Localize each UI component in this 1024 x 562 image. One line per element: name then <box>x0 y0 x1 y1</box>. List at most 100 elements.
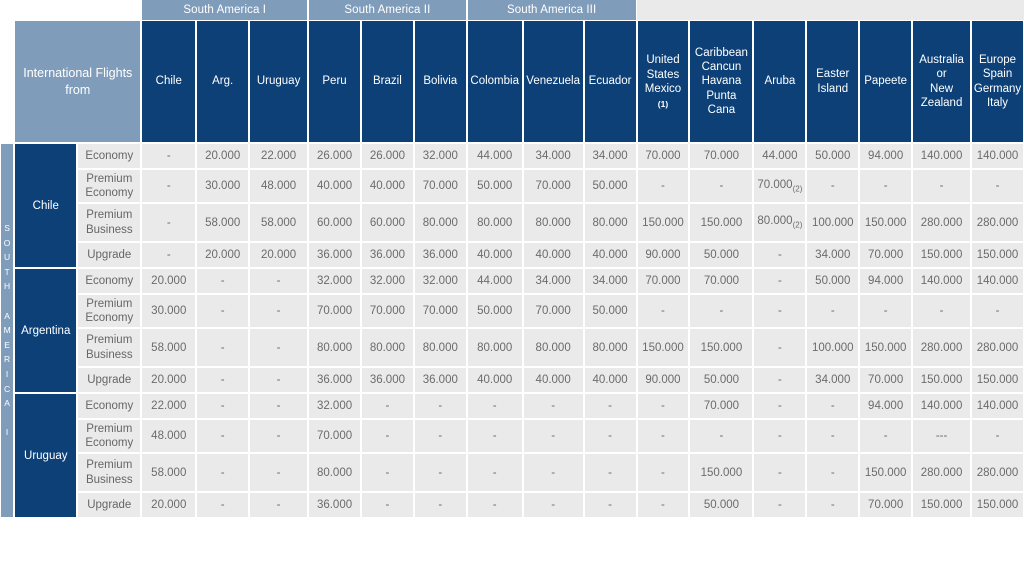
award-value: 150.000 <box>976 374 1019 386</box>
award-value: - <box>551 466 556 479</box>
cabin-label-line: Premium <box>86 459 133 472</box>
column-header-papeete[interactable]: Papeete <box>859 20 913 143</box>
column-header-line: or <box>936 68 947 81</box>
column-header-footnote: (1) <box>657 99 669 110</box>
row-group-argentina[interactable]: Argentina <box>14 268 78 393</box>
column-header-uruguay[interactable]: Uruguay <box>249 20 309 143</box>
award-value: 50.000 <box>592 305 628 317</box>
award-cell: 70.000 <box>689 143 754 169</box>
award-value: - <box>608 466 612 479</box>
award-value: 34.000 <box>535 275 571 287</box>
award-cell: - <box>971 419 1024 453</box>
award-value: 150.000 <box>976 499 1019 511</box>
award-cell: 140.000 <box>971 268 1024 294</box>
column-header-europe-spain-germany-italy[interactable]: Europe Spain Germany Italy <box>971 20 1024 143</box>
award-value: 80.000 <box>592 341 628 354</box>
column-header-venezuela[interactable]: Venezuela <box>522 20 584 143</box>
award-value: 32.000 <box>422 150 458 162</box>
award-value: - <box>939 180 944 192</box>
award-value: - <box>276 341 281 354</box>
award-cell: 90.000 <box>636 242 690 268</box>
award-cell: - <box>413 453 467 492</box>
column-header-easter-island[interactable]: Easter Island <box>806 20 860 143</box>
award-value: 150.000 <box>642 341 684 354</box>
award-cell: 34.000 <box>583 268 637 294</box>
award-cell: 150.000 <box>689 203 754 242</box>
award-cell: 32.000 <box>413 268 467 294</box>
row-group-chile[interactable]: Chile <box>14 143 78 268</box>
table-header: South America I South America II South Ame… <box>0 0 1024 143</box>
award-cell: 70.000 <box>689 268 754 294</box>
award-cell: 70.000 <box>413 169 467 203</box>
table-row: Premium Economy 48.000- -70.000- - - - - - - - - - --… <box>0 419 1024 453</box>
row-group-uruguay[interactable]: Uruguay <box>14 393 78 518</box>
region-strip-letter: U <box>4 252 11 263</box>
award-value: - <box>438 466 443 479</box>
award-cell: - <box>249 419 309 453</box>
award-cell: 36.000 <box>308 242 361 268</box>
award-value: 36.000 <box>369 249 405 261</box>
award-value: 50.000 <box>703 374 740 386</box>
award-value: 34.000 <box>815 249 851 261</box>
award-value: 70.000 <box>316 430 353 442</box>
award-value: 150.000 <box>642 216 684 229</box>
column-header-arg-[interactable]: Arg. <box>196 20 250 143</box>
column-header-caribbean-cancun-havana-punta-cana[interactable]: Caribbean Cancun Havana Punta Cana <box>689 20 754 143</box>
award-cell: 80.000 <box>522 328 584 367</box>
award-value: 70.000 <box>535 305 571 317</box>
award-value: 60.000 <box>316 216 353 229</box>
column-header-peru[interactable]: Peru <box>308 20 361 143</box>
region-strip-letter: H <box>4 281 11 292</box>
region-strip-letter: R <box>4 354 11 365</box>
column-header-australia-or-new-zealand[interactable]: Australia or New Zealand <box>912 20 972 143</box>
region-strip-letter: S <box>4 222 10 233</box>
award-value: 40.000 <box>369 180 405 192</box>
award-value: - <box>661 499 665 511</box>
award-cell: 80.000 <box>466 203 523 242</box>
column-header-ecuador[interactable]: Ecuador <box>583 20 637 143</box>
table-row: Upgrade 20.000 - - 36.000 36.000 36.000 40.000 4… <box>0 367 1024 393</box>
column-header-united-states-mexico[interactable]: United States Mexico (1) <box>636 20 690 143</box>
group-header-spacer-right <box>636 0 1024 20</box>
award-value: - <box>777 341 782 354</box>
award-cell: --- <box>912 419 972 453</box>
column-header-line: Mexico <box>644 82 682 95</box>
award-value: 70.000 <box>316 305 353 317</box>
award-cell: 50.000 <box>806 143 860 169</box>
award-value: - <box>276 374 281 386</box>
award-cell: - <box>249 393 309 419</box>
award-value: 150.000 <box>864 216 907 229</box>
region-strip-letter: I <box>5 427 9 438</box>
award-value: 94.000 <box>868 275 904 287</box>
award-cell: 32.000 <box>308 393 361 419</box>
column-header-bolivia[interactable]: Bolivia <box>413 20 467 143</box>
award-cell: - <box>466 453 523 492</box>
column-header-chile[interactable]: Chile <box>141 20 197 143</box>
award-value: 280.000 <box>920 466 963 479</box>
award-cell: 94.000 <box>859 393 913 419</box>
award-value: 58.000 <box>151 466 187 479</box>
award-cell: 48.000 <box>141 419 197 453</box>
table-row: SOUTH AMERICA I Chile Economy -20.000 22.000… <box>0 143 1024 518</box>
award-value: - <box>220 275 225 287</box>
award-cell: - <box>753 419 807 453</box>
award-cell: 80.000 <box>583 328 637 367</box>
award-cell: 70.000(2) <box>753 169 807 203</box>
column-header-aruba[interactable]: Aruba <box>753 20 807 143</box>
award-cell: - <box>636 294 690 328</box>
award-cell: 80.000 <box>583 203 637 242</box>
award-value: 100.000 <box>811 216 854 229</box>
award-value: 70.000 <box>868 249 904 261</box>
award-cell: 32.000 <box>308 268 361 294</box>
column-header-brazil[interactable]: Brazil <box>360 20 414 143</box>
award-cell: 22.000 <box>249 143 309 169</box>
award-value: - <box>276 499 281 511</box>
award-value: 50.000 <box>815 275 851 287</box>
cabin-label-line: Premium <box>86 172 133 185</box>
award-value: - <box>166 249 171 261</box>
column-header-line: Spain <box>982 68 1013 81</box>
award-value: 80.000 <box>316 341 353 354</box>
award-cell: - <box>636 453 690 492</box>
award-value: 32.000 <box>422 275 458 287</box>
column-header-colombia[interactable]: Colombia <box>466 20 523 143</box>
